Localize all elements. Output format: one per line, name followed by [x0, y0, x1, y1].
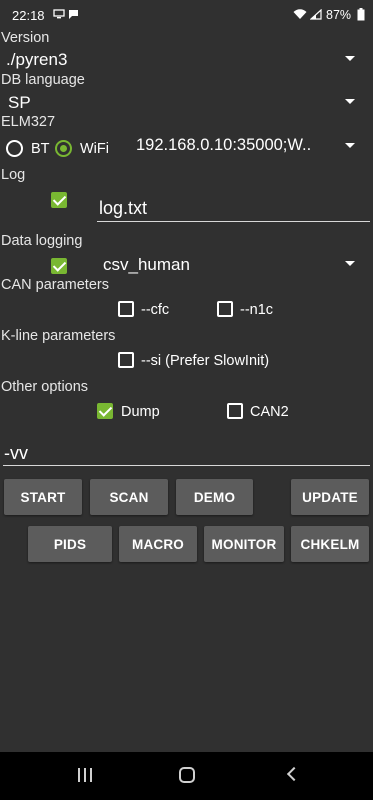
elm327-label: ELM327 — [1, 114, 56, 130]
si-checkbox[interactable] — [118, 352, 134, 368]
version-label: Version — [1, 30, 50, 46]
log-label: Log — [1, 167, 26, 183]
screen-icon — [53, 9, 65, 22]
version-value: ./pyren3 — [6, 50, 68, 69]
macro-button[interactable]: MACRO — [119, 526, 197, 562]
start-button[interactable]: START — [4, 479, 82, 515]
update-button[interactable]: UPDATE — [291, 479, 369, 515]
wifi-label: WiFi — [80, 141, 109, 157]
monitor-button[interactable]: MONITOR — [204, 526, 284, 562]
si-label: --si (Prefer SlowInit) — [141, 353, 270, 369]
db-language-label: DB language — [1, 72, 85, 88]
signal-icon — [309, 8, 322, 23]
dump-option[interactable]: Dump — [97, 402, 177, 422]
dump-label: Dump — [121, 404, 160, 420]
cfc-checkbox[interactable] — [118, 301, 134, 317]
chevron-down-icon — [345, 56, 355, 61]
log-filename-value: log.txt — [99, 198, 148, 218]
recents-icon[interactable] — [78, 768, 92, 782]
can2-label: CAN2 — [250, 404, 289, 420]
version-spinner[interactable]: ./pyren3 — [0, 48, 373, 70]
status-time: 22:18 — [12, 8, 45, 23]
status-bar: 22:18 87% — [0, 0, 373, 28]
data-logging-checkbox[interactable] — [51, 258, 67, 274]
elm327-address-spinner[interactable]: 192.168.0.10:35000;W.. — [130, 134, 373, 158]
wifi-radio[interactable] — [55, 140, 72, 157]
data-logging-spinner[interactable]: csv_human — [95, 253, 373, 275]
extra-args-underline — [3, 465, 370, 466]
demo-button[interactable]: DEMO — [176, 479, 253, 515]
extra-args-field[interactable]: -vv — [3, 440, 370, 466]
can2-option[interactable]: CAN2 — [227, 402, 307, 422]
db-language-spinner[interactable]: SP — [0, 91, 373, 113]
chevron-down-icon — [345, 143, 355, 148]
cfc-label: --cfc — [141, 302, 170, 318]
log-filename-field[interactable]: log.txt — [97, 196, 370, 222]
cfc-option[interactable]: --cfc — [118, 300, 198, 320]
chkelm-button[interactable]: CHKELM — [291, 526, 369, 562]
dump-checkbox[interactable] — [97, 403, 113, 419]
bt-radio[interactable] — [6, 140, 23, 157]
other-options-label: Other options — [1, 379, 89, 395]
data-logging-label: Data logging — [1, 233, 83, 249]
home-icon[interactable] — [179, 767, 195, 783]
can2-checkbox[interactable] — [227, 403, 243, 419]
chevron-down-icon — [345, 99, 355, 104]
kline-parameters-label: K-line parameters — [1, 328, 116, 344]
can-parameters-label: CAN parameters — [1, 277, 109, 293]
battery-percent: 87% — [326, 8, 352, 22]
bt-radio-option[interactable]: BT — [6, 139, 54, 159]
chevron-down-icon — [345, 261, 355, 266]
elm327-address-value: 192.168.0.10:35000;W.. — [136, 136, 312, 154]
data-logging-value: csv_human — [103, 255, 190, 274]
extra-args-value: -vv — [4, 443, 28, 463]
log-filename-underline — [97, 221, 370, 222]
battery-icon — [357, 8, 365, 24]
si-option[interactable]: --si (Prefer SlowInit) — [118, 351, 298, 371]
n1c-option[interactable]: --n1c — [217, 300, 297, 320]
n1c-label: --n1c — [240, 302, 274, 318]
chat-icon — [68, 9, 79, 23]
scan-button[interactable]: SCAN — [90, 479, 168, 515]
wifi-radio-option[interactable]: WiFi — [55, 139, 115, 159]
db-language-value: SP — [8, 93, 31, 112]
bt-label: BT — [31, 141, 50, 157]
log-checkbox[interactable] — [51, 192, 67, 208]
wifi-icon — [293, 9, 307, 23]
pids-button[interactable]: PIDS — [28, 526, 112, 562]
n1c-checkbox[interactable] — [217, 301, 233, 317]
